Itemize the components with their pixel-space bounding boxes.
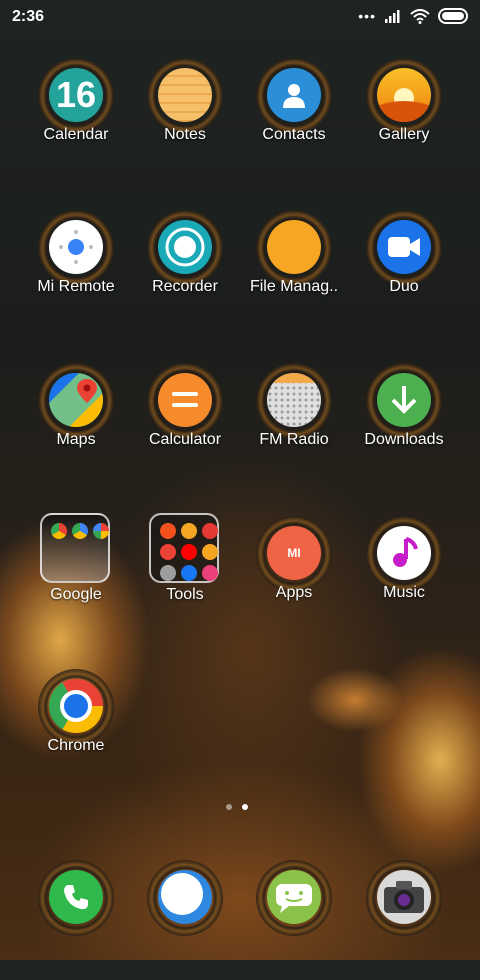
app-notes[interactable]: Notes: [130, 58, 240, 178]
folder-google[interactable]: Google: [21, 508, 131, 628]
calendar-icon: 16: [49, 68, 103, 122]
recorder-icon: [158, 220, 212, 274]
app-file-manager[interactable]: File Manag..: [239, 210, 349, 330]
app-downloads[interactable]: Downloads: [349, 363, 459, 483]
more-dots-icon: •••: [358, 8, 376, 24]
status-icons: •••: [358, 8, 468, 24]
list-mini-icon: [160, 565, 176, 581]
settings-mini-icon: [202, 544, 218, 560]
battery-icon: [438, 8, 468, 24]
messages-icon: [158, 870, 212, 924]
page-dot-active[interactable]: [242, 804, 248, 810]
music-note-icon: [377, 526, 431, 580]
chrome-icon: [49, 679, 103, 733]
folder-icon: [40, 513, 110, 583]
video-camera-icon: [377, 220, 431, 274]
camera-icon: [377, 870, 431, 924]
radio-icon: [267, 373, 321, 427]
calculator-icon: [158, 373, 212, 427]
app-label: Gallery: [378, 126, 430, 143]
gallery-icon: [377, 68, 431, 122]
dock-camera[interactable]: [349, 860, 459, 980]
facebook-mini-icon: [181, 565, 197, 581]
folder-icon: [267, 220, 321, 274]
app-fm-radio[interactable]: FM Radio: [239, 363, 349, 483]
signal-icon: [385, 10, 400, 23]
page-indicator[interactable]: [226, 804, 248, 810]
app-label: Calendar: [43, 126, 109, 143]
app-label: Apps: [275, 584, 313, 601]
wifi-icon: [410, 8, 430, 24]
app-label: Google: [50, 586, 102, 603]
page-dot[interactable]: [226, 804, 232, 810]
status-bar: 2:36 •••: [0, 0, 480, 34]
app-label: Duo: [389, 278, 419, 295]
play-mini-icon: [202, 523, 218, 539]
phone-icon: [49, 870, 103, 924]
app-label: Chrome: [47, 737, 105, 754]
clock-mini-icon: [160, 523, 176, 539]
app-music[interactable]: Music: [349, 516, 459, 636]
folder-tools[interactable]: Tools: [130, 508, 240, 628]
app-contacts[interactable]: Contacts: [239, 58, 349, 178]
mail-mini-icon: [160, 544, 176, 560]
maps-icon: [49, 373, 103, 427]
compass-mini-icon: [181, 523, 197, 539]
app-calendar[interactable]: 16 Calendar: [21, 58, 131, 178]
video-mini-icon: [181, 544, 197, 560]
app-maps[interactable]: Maps: [21, 363, 131, 483]
download-icon: [377, 373, 431, 427]
app-calculator[interactable]: Calculator: [130, 363, 240, 483]
app-label: Contacts: [262, 126, 326, 143]
app-label: Notes: [164, 126, 206, 143]
app-recorder[interactable]: Recorder: [130, 210, 240, 330]
app-label: File Manag..: [249, 278, 339, 295]
drive-mini-icon: [72, 523, 88, 539]
dock-phone[interactable]: [21, 860, 131, 980]
sms-icon: [267, 870, 321, 924]
status-time: 2:36: [12, 8, 45, 25]
app-label: Downloads: [364, 431, 444, 448]
app-label: Music: [383, 584, 425, 601]
app-apps[interactable]: MI Apps: [239, 516, 349, 636]
app-duo[interactable]: Duo: [349, 210, 459, 330]
chrome-mini-icon: [51, 523, 67, 539]
app-mi-remote[interactable]: Mi Remote: [21, 210, 131, 330]
store-mini-icon: [202, 565, 218, 581]
folder-icon: [149, 513, 219, 583]
app-label: Maps: [56, 431, 96, 448]
app-chrome[interactable]: Chrome: [21, 669, 131, 789]
photos-mini-icon: [93, 523, 109, 539]
app-label: Recorder: [152, 278, 218, 295]
app-label: Mi Remote: [37, 278, 115, 295]
remote-icon: [49, 220, 103, 274]
app-label: Calculator: [148, 431, 222, 448]
dock-messages[interactable]: [130, 860, 240, 980]
app-label: Tools: [166, 586, 204, 603]
dock-sms[interactable]: [239, 860, 349, 980]
app-label: FM Radio: [259, 431, 329, 448]
shopping-bag-icon: MI: [267, 526, 321, 580]
app-gallery[interactable]: Gallery: [349, 58, 459, 178]
contacts-icon: [267, 68, 321, 122]
notes-icon: [158, 68, 212, 122]
